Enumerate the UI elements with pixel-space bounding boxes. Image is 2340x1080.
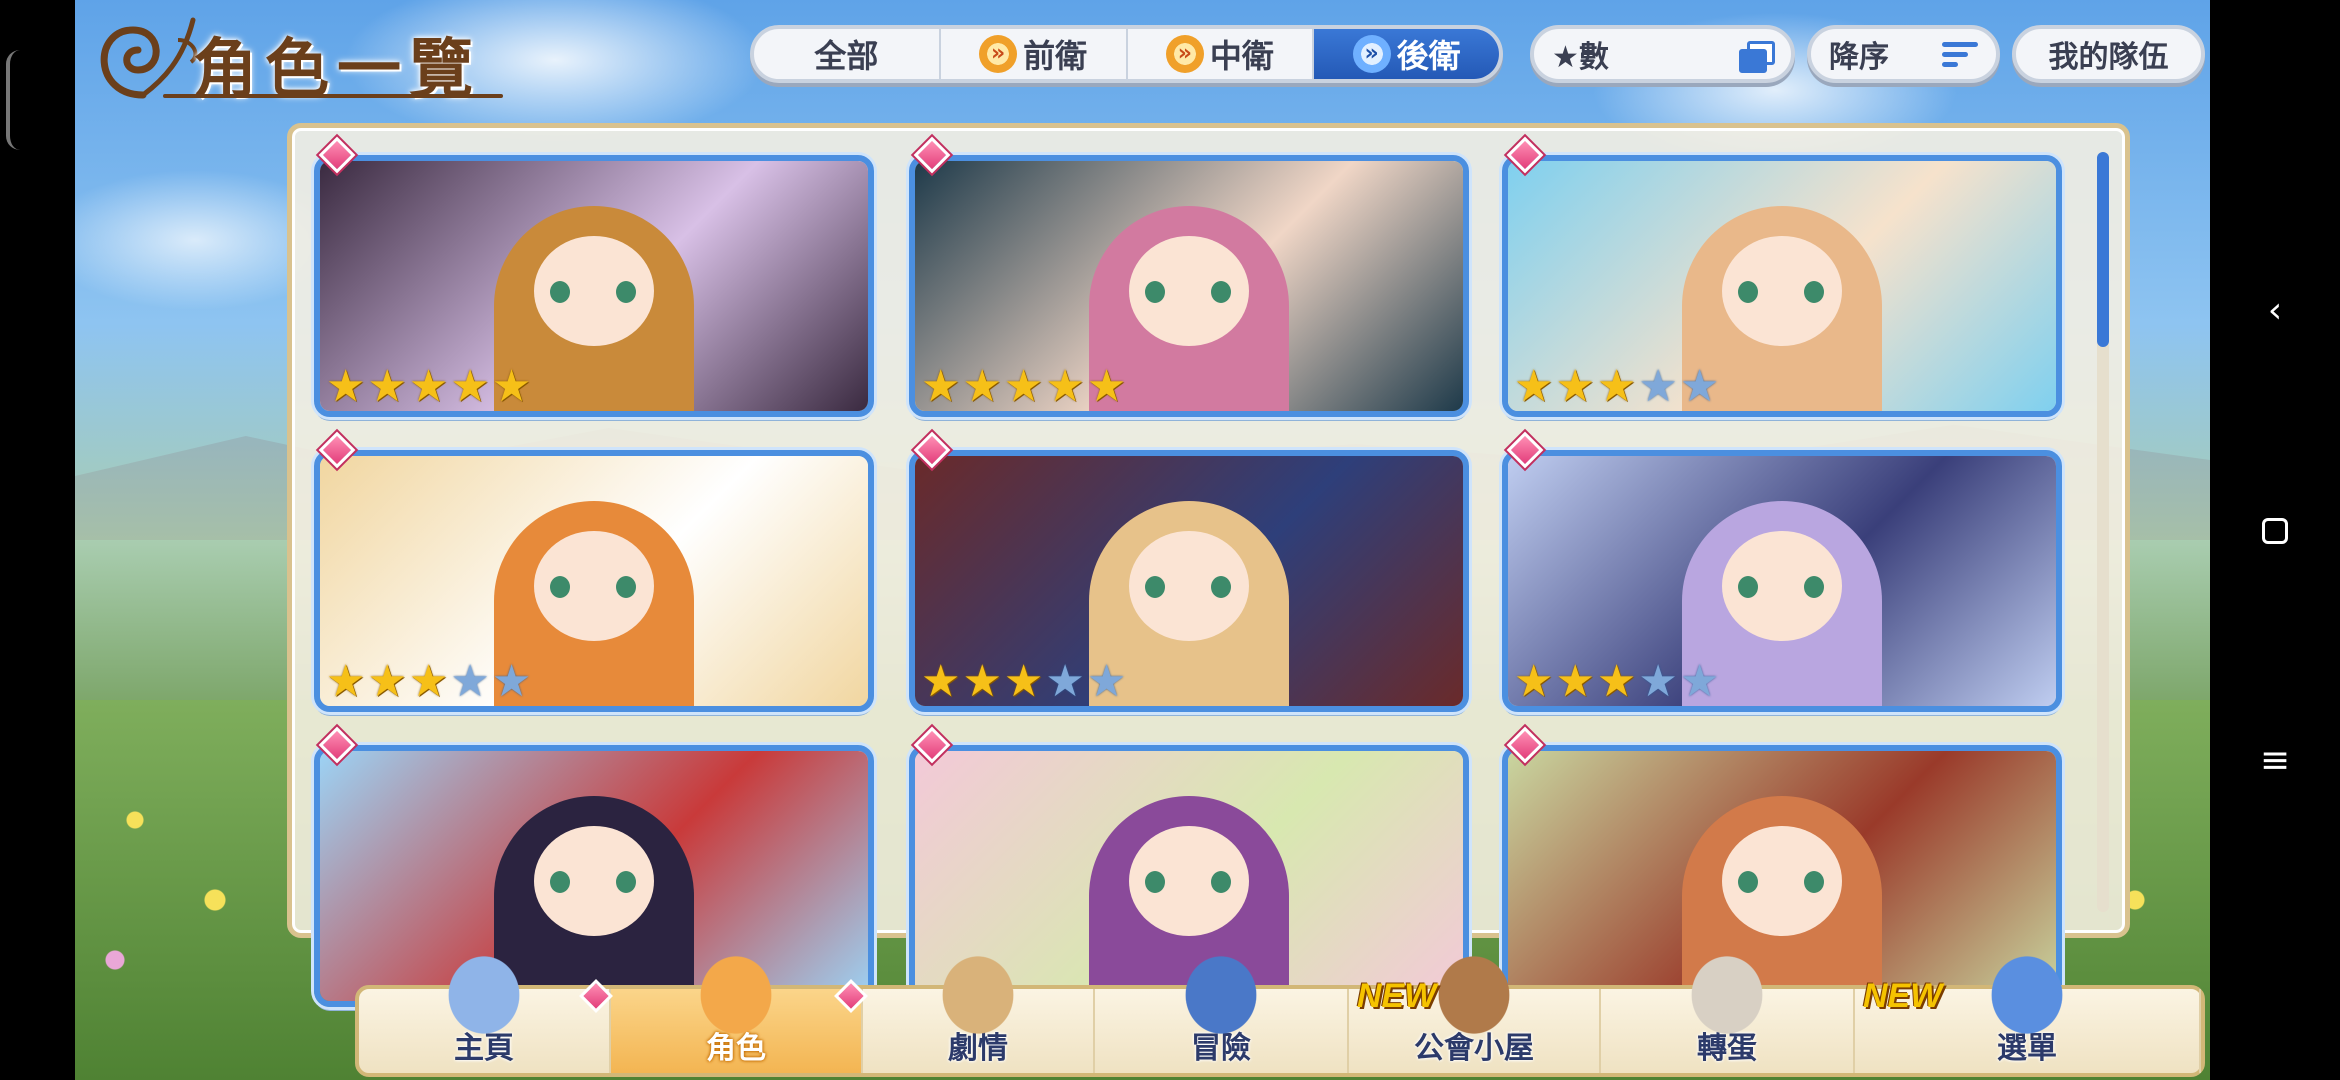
character-card[interactable]: ★ ★ ★ ★ ★: [314, 155, 874, 417]
character-eye: [1803, 871, 1824, 893]
star-filled-icon: ★: [1596, 656, 1637, 707]
title-underline: [163, 94, 503, 98]
stack-icon: [1739, 41, 1775, 73]
my-team-label: 我的隊伍: [2048, 40, 2169, 75]
star-filled-icon: ★: [1003, 361, 1044, 412]
character-list-panel: ★ ★ ★ ★ ★ ★ ★ ★ ★ ★ ★ ★ ★ ★ ★ ★ ★ ★ ★ ★ ★ ★ ★ ★ ★ ★ ★ ★ ★ ★: [287, 123, 2130, 1007]
star-filled-icon: ★: [408, 656, 449, 707]
star-filled-icon: ★: [408, 361, 449, 412]
nav-item-1[interactable]: 主頁: [359, 935, 611, 1073]
star-empty-icon: ★: [491, 656, 532, 707]
tab-label: 後衛: [1396, 37, 1461, 75]
gacha-icon: [1672, 935, 1782, 1035]
star-filled-icon: ★: [450, 361, 490, 412]
star-empty-icon: ★: [1679, 361, 1720, 412]
star-filled-icon: ★: [1514, 361, 1554, 412]
character-eye: [615, 281, 636, 303]
character-icon: [681, 935, 791, 1035]
star-empty-icon: ★: [1638, 361, 1678, 412]
character-eye: [1803, 281, 1824, 303]
character-eye: [1210, 871, 1231, 893]
star-filled-icon: ★: [921, 361, 961, 412]
new-badge: NEW: [1863, 977, 1943, 1015]
star-empty-icon: ★: [1045, 656, 1085, 707]
character-card[interactable]: ★ ★ ★ ★ ★: [1502, 155, 2062, 417]
star-filled-icon: ★: [1555, 656, 1595, 707]
star-rating: ★ ★ ★ ★ ★: [326, 660, 531, 704]
character-eye: [615, 576, 636, 598]
sword-flag-icon: [1166, 935, 1276, 1035]
star-filled-icon: ★: [1514, 656, 1554, 707]
character-card[interactable]: ★ ★ ★ ★ ★: [909, 450, 1469, 712]
scrollbar[interactable]: [2097, 152, 2109, 912]
scrollbar-thumb[interactable]: [2097, 152, 2109, 347]
home-icon[interactable]: [2262, 518, 2288, 544]
star-filled-icon: ★: [921, 656, 961, 707]
nav-item-3[interactable]: 劇情: [863, 935, 1095, 1073]
star-filled-icon: ★: [1086, 361, 1127, 412]
star-rating: ★ ★ ★ ★ ★: [1514, 365, 1719, 409]
tab-label: 全部: [814, 37, 879, 75]
chevron-double-icon: »: [1352, 35, 1391, 73]
star-filled-icon: ★: [962, 361, 1002, 412]
crystal-icon: [1972, 935, 2082, 1035]
star-rating: ★ ★ ★ ★ ★: [921, 660, 1126, 704]
new-badge: NEW: [1357, 977, 1437, 1015]
bottom-nav: 主頁 角色 劇情 冒險 NEW 公會小屋 轉蛋 NEW 選單: [355, 935, 2205, 1077]
star-filled-icon: ★: [326, 361, 366, 412]
star-empty-icon: ★: [1086, 656, 1127, 707]
position-filter-tabs: 全部 » 前衛 » 中衛 » 後衛: [750, 25, 1503, 83]
tab-middle[interactable]: » 中衛: [1128, 29, 1315, 79]
character-eye: [1803, 576, 1824, 598]
game-viewport: 角色一覽 全部 » 前衛 » 中衛 » 後衛 ★數 降序 我的隊伍 ★ ★ ★ …: [75, 0, 2210, 1080]
character-eye: [1210, 281, 1231, 303]
sort-order-label: 降序: [1829, 40, 1889, 75]
nav-item-5[interactable]: NEW 公會小屋: [1349, 935, 1601, 1073]
nav-item-2[interactable]: 角色: [611, 935, 863, 1073]
sort-lines-icon: [1942, 41, 1978, 67]
scroll-icon: [923, 935, 1033, 1035]
star-filled-icon: ★: [367, 361, 407, 412]
star-empty-icon: ★: [1679, 656, 1720, 707]
castle-icon: [429, 935, 539, 1035]
star-filled-icon: ★: [491, 361, 532, 412]
star-filled-icon: ★: [326, 656, 366, 707]
star-filled-icon: ★: [367, 656, 407, 707]
star-filled-icon: ★: [1596, 361, 1637, 412]
character-card[interactable]: ★ ★ ★ ★ ★: [314, 450, 874, 712]
tab-label: 前衛: [1023, 37, 1088, 75]
star-filled-icon: ★: [1003, 656, 1044, 707]
system-nav-bar: ‹ ≡: [2210, 0, 2340, 1080]
screen-left-edge: [0, 0, 75, 1080]
tab-label: 中衛: [1209, 37, 1274, 75]
page-header: 角色一覽: [83, 0, 523, 110]
star-rating: ★ ★ ★ ★ ★: [326, 365, 531, 409]
sort-key-button[interactable]: ★數: [1530, 25, 1795, 83]
back-icon[interactable]: ‹: [2268, 290, 2282, 331]
chevron-double-icon: »: [1165, 35, 1204, 73]
character-eye: [1210, 576, 1231, 598]
nav-item-4[interactable]: 冒險: [1095, 935, 1349, 1073]
star-filled-icon: ★: [1045, 361, 1085, 412]
star-filled-icon: ★: [1555, 361, 1595, 412]
character-eye: [615, 871, 636, 893]
star-empty-icon: ★: [1638, 656, 1678, 707]
star-empty-icon: ★: [450, 656, 490, 707]
chevron-double-icon: »: [979, 35, 1018, 73]
star-rating: ★ ★ ★ ★ ★: [921, 365, 1126, 409]
edge-gesture-indicator: [6, 50, 20, 150]
tab-all[interactable]: 全部: [754, 29, 941, 79]
my-team-button[interactable]: 我的隊伍: [2012, 25, 2205, 83]
sort-order-button[interactable]: 降序: [1807, 25, 2000, 83]
star-rating: ★ ★ ★ ★ ★: [1514, 660, 1719, 704]
star-filled-icon: ★: [962, 656, 1002, 707]
tab-front[interactable]: » 前衛: [941, 29, 1128, 79]
tab-back[interactable]: » 後衛: [1314, 29, 1499, 79]
character-card[interactable]: ★ ★ ★ ★ ★: [909, 155, 1469, 417]
recents-icon[interactable]: ≡: [2260, 740, 2290, 781]
sort-key-label: ★數: [1552, 40, 1609, 75]
nav-item-6[interactable]: 轉蛋: [1601, 935, 1855, 1073]
nav-item-7[interactable]: NEW 選單: [1855, 935, 2201, 1073]
character-card[interactable]: ★ ★ ★ ★ ★: [1502, 450, 2062, 712]
